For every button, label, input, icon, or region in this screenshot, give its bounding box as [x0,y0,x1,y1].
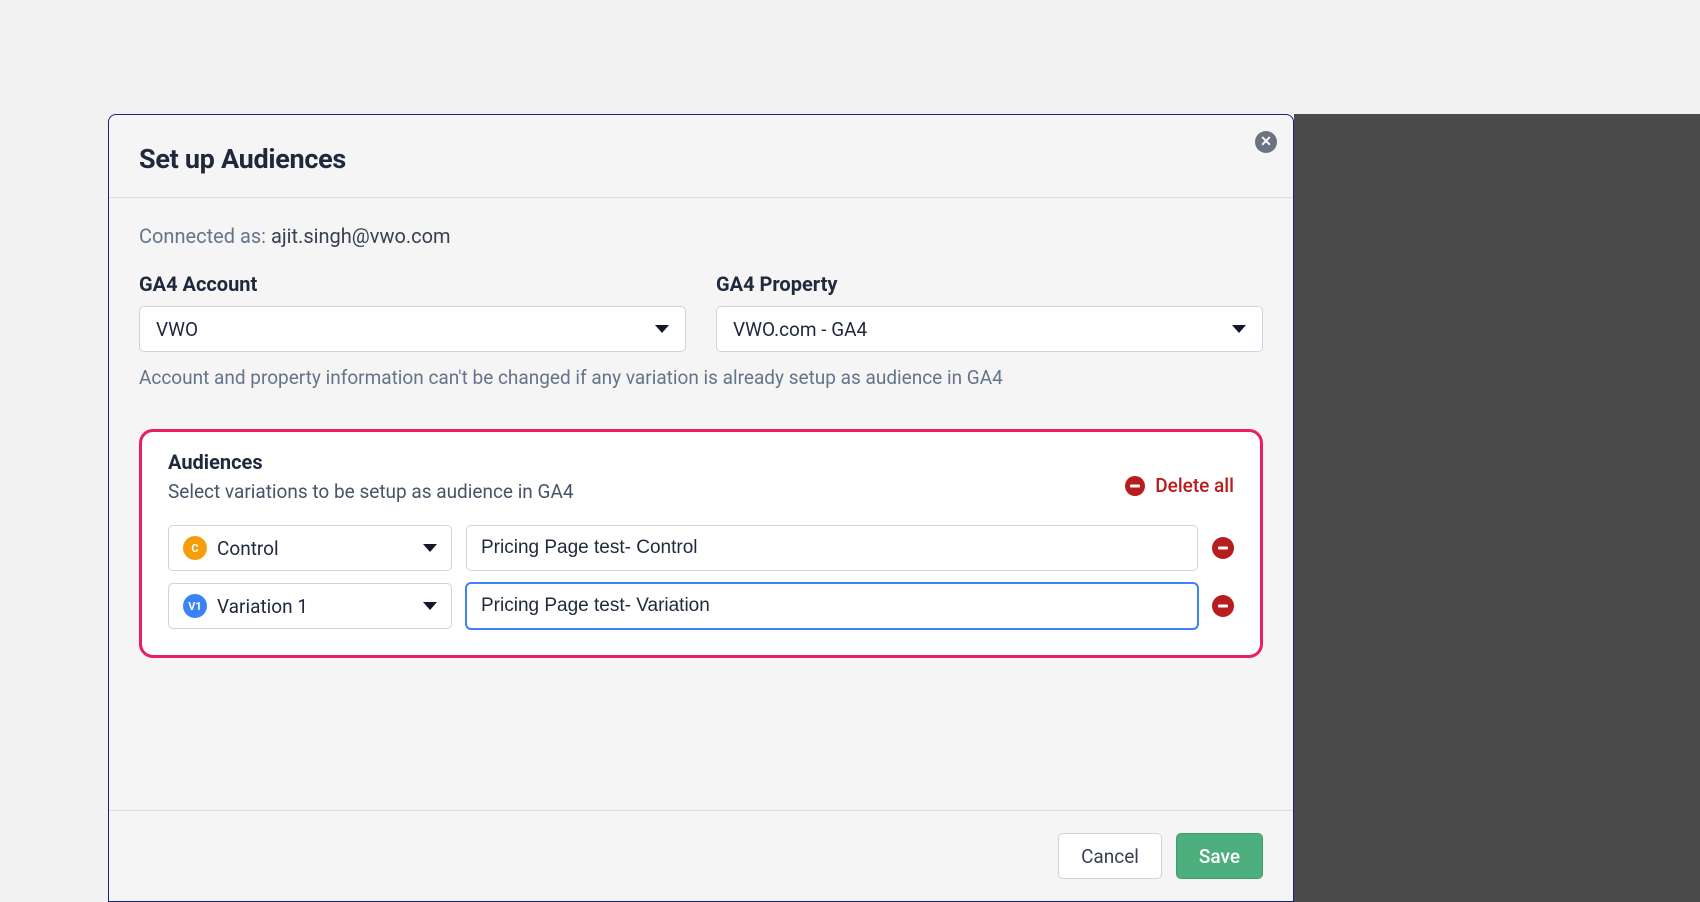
setup-audiences-modal: Set up Audiences ✕ Connected as: ajit.si… [108,114,1294,902]
ga4-account-select[interactable]: VWO [139,306,686,352]
modal-body: Connected as: ajit.singh@vwo.com GA4 Acc… [109,198,1293,810]
audience-name-input[interactable] [466,583,1198,629]
variation-label: Control [217,537,279,560]
modal-header: Set up Audiences ✕ [109,115,1293,198]
chevron-down-icon [655,325,669,333]
audiences-header: Audiences Select variations to be setup … [168,450,1234,503]
audience-row: C Control [168,525,1234,571]
variation-label: Variation 1 [217,595,308,618]
cancel-button[interactable]: Cancel [1058,833,1162,879]
variation-badge: C [183,536,207,560]
modal-title: Set up Audiences [139,143,1263,175]
audiences-subtitle: Select variations to be setup as audienc… [168,480,574,503]
chevron-down-icon [423,544,437,552]
delete-row-button[interactable] [1212,537,1234,559]
save-button[interactable]: Save [1176,833,1263,879]
modal-footer: Cancel Save [109,810,1293,901]
variation-select[interactable]: C Control [168,525,452,571]
connected-as-line: Connected as: ajit.singh@vwo.com [139,224,1263,248]
audience-rows: C Control V1 Variation 1 [168,525,1234,629]
close-icon: ✕ [1260,134,1272,150]
chevron-down-icon [1232,325,1246,333]
variation-select[interactable]: V1 Variation 1 [168,583,452,629]
audiences-section: Audiences Select variations to be setup … [139,429,1263,658]
ga4-fields-row: GA4 Account VWO GA4 Property VWO.com - G… [139,272,1263,352]
modal-backdrop [1294,114,1700,902]
ga4-property-field: GA4 Property VWO.com - GA4 [716,272,1263,352]
ga4-property-value: VWO.com - GA4 [733,318,867,341]
close-button[interactable]: ✕ [1255,131,1277,153]
ga4-account-value: VWO [156,318,198,341]
minus-circle-icon [1125,476,1145,496]
audiences-title: Audiences [168,450,574,474]
delete-all-button[interactable]: Delete all [1125,474,1234,497]
chevron-down-icon [423,602,437,610]
variation-badge: V1 [183,594,207,618]
delete-all-label: Delete all [1155,474,1234,497]
delete-row-button[interactable] [1212,595,1234,617]
ga4-account-field: GA4 Account VWO [139,272,686,352]
ga4-account-label: GA4 Account [139,272,686,296]
audience-row: V1 Variation 1 [168,583,1234,629]
ga4-property-label: GA4 Property [716,272,1263,296]
ga4-property-select[interactable]: VWO.com - GA4 [716,306,1263,352]
connected-as-email: ajit.singh@vwo.com [271,224,451,248]
account-property-hint: Account and property information can't b… [139,366,1263,389]
connected-as-label: Connected as: [139,224,271,248]
audience-name-input[interactable] [466,525,1198,571]
